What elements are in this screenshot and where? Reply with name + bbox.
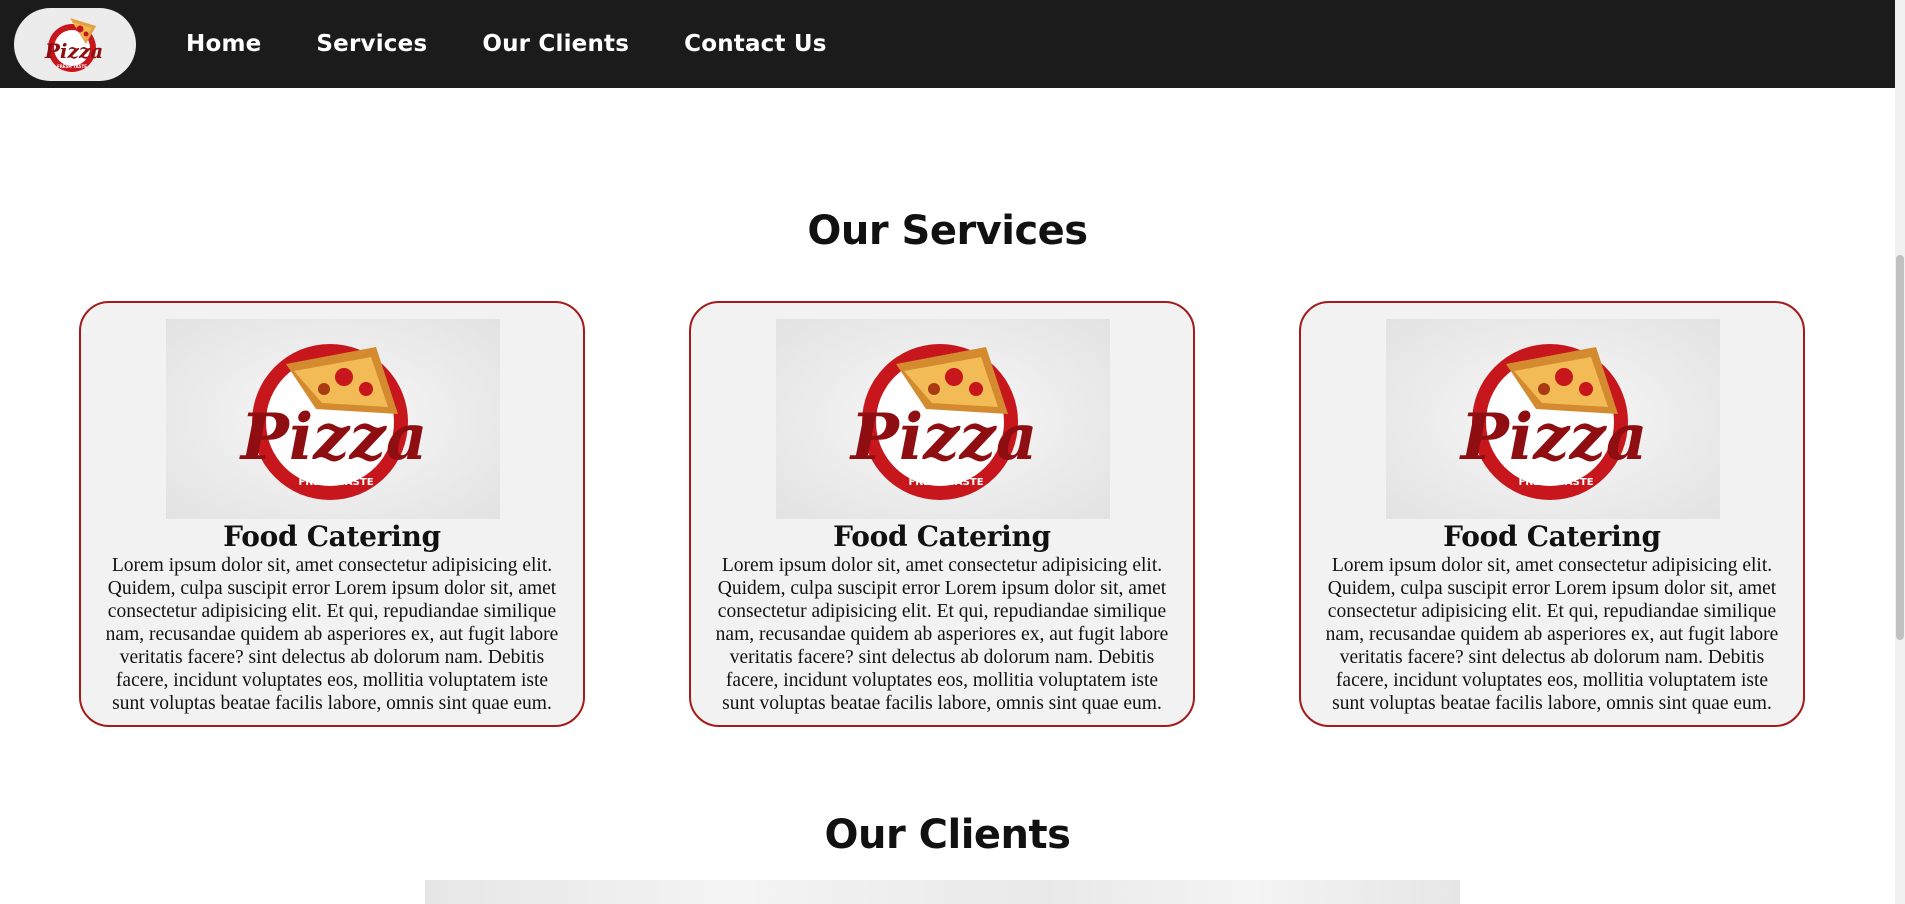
logo-word: Pizza (239, 400, 428, 475)
home-logo-button[interactable]: Pizza FRESH TASTE (14, 7, 136, 81)
nav-link-our-clients[interactable]: Our Clients (482, 31, 629, 57)
logo-word: Pizza (849, 400, 1038, 475)
nav-link-home[interactable]: Home (186, 31, 261, 57)
pizza-logo-icon: Pizza FRESH TASTE (1459, 344, 1648, 500)
main-area: Pizza FRESH TASTE Home Services Our Clie… (0, 0, 1895, 904)
service-card-text: Lorem ipsum dolor sit, amet consectetur … (105, 555, 559, 714)
services-cards: Pizza FRESH TASTE Food Catering Lorem ip… (0, 301, 1895, 731)
pizza-logo-icon: Pizza FRESH TASTE (44, 18, 103, 72)
service-card: Pizza FRESH TASTE Food Catering Lorem ip… (689, 301, 1195, 727)
logo-tagline: FRESH TASTE (298, 477, 373, 488)
logo-tagline: FRESH TASTE (908, 477, 983, 488)
logo-word: Pizza (44, 39, 103, 63)
service-card-text: Lorem ipsum dolor sit, amet consectetur … (715, 555, 1169, 714)
navbar: Pizza FRESH TASTE Home Services Our Clie… (0, 0, 1895, 88)
logo-tagline: FRESH TASTE (57, 64, 87, 69)
services-title: Our Services (807, 208, 1088, 254)
page: Pizza FRESH TASTE Home Services Our Clie… (0, 0, 1905, 904)
clients-title: Our Clients (824, 812, 1071, 858)
pizza-logo-icon: Pizza FRESH TASTE (849, 344, 1038, 500)
service-card: Pizza FRESH TASTE Food Catering Lorem ip… (79, 301, 585, 727)
service-card-title: Food Catering (833, 520, 1051, 553)
clients-image (425, 880, 1460, 904)
nav-link-services[interactable]: Services (316, 31, 427, 57)
service-card-image: Pizza FRESH TASTE (776, 319, 1110, 519)
service-card-title: Food Catering (1443, 520, 1661, 553)
service-card-title: Food Catering (223, 520, 441, 553)
nav-link-contact-us[interactable]: Contact Us (684, 31, 827, 57)
pizza-logo-icon: Pizza FRESH TASTE (239, 344, 428, 500)
scrollbar-thumb[interactable] (1896, 255, 1904, 640)
service-card-image: Pizza FRESH TASTE (1386, 319, 1720, 519)
service-card: Pizza FRESH TASTE Food Catering Lorem ip… (1299, 301, 1805, 727)
page-scrollbar[interactable] (1895, 0, 1905, 904)
nav-links: Home Services Our Clients Contact Us (186, 31, 882, 57)
service-card-text: Lorem ipsum dolor sit, amet consectetur … (1325, 555, 1779, 714)
logo-word: Pizza (1459, 400, 1648, 475)
logo-tagline: FRESH TASTE (1518, 477, 1593, 488)
service-card-image: Pizza FRESH TASTE (166, 319, 500, 519)
